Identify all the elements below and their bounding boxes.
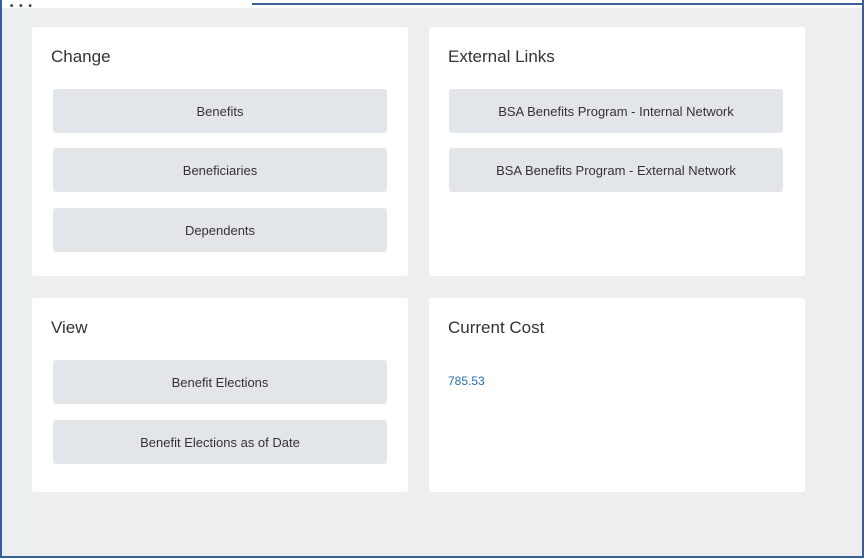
benefit-elections-button[interactable]: Benefit Elections (53, 360, 387, 404)
external-links-card: External Links BSA Benefits Program - In… (429, 27, 805, 276)
title-divider (252, 3, 862, 5)
current-cost-card: Current Cost 785.53 (429, 298, 805, 492)
internal-network-link-button[interactable]: BSA Benefits Program - Internal Network (449, 89, 783, 133)
change-card: Change Benefits Beneficiaries Dependents (32, 27, 408, 276)
benefit-elections-as-of-date-button[interactable]: Benefit Elections as of Date (53, 420, 387, 464)
view-card: View Benefit Elections Benefit Elections… (32, 298, 408, 492)
benefits-button[interactable]: Benefits (53, 89, 387, 133)
current-cost-card-title: Current Cost (448, 318, 545, 337)
beneficiaries-button[interactable]: Beneficiaries (53, 148, 387, 192)
external-links-card-title: External Links (448, 47, 555, 66)
external-network-link-button[interactable]: BSA Benefits Program - External Network (449, 148, 783, 192)
current-cost-value-link[interactable]: 785.53 (448, 374, 485, 388)
change-card-title: Change (51, 47, 111, 66)
view-card-title: View (51, 318, 88, 337)
page-title: ... (8, 0, 36, 8)
benefits-worklet-frame: ... Change Benefits Beneficiaries Depend… (0, 0, 864, 558)
page-title-strip: ... (2, 0, 862, 8)
dependents-button[interactable]: Dependents (53, 208, 387, 252)
